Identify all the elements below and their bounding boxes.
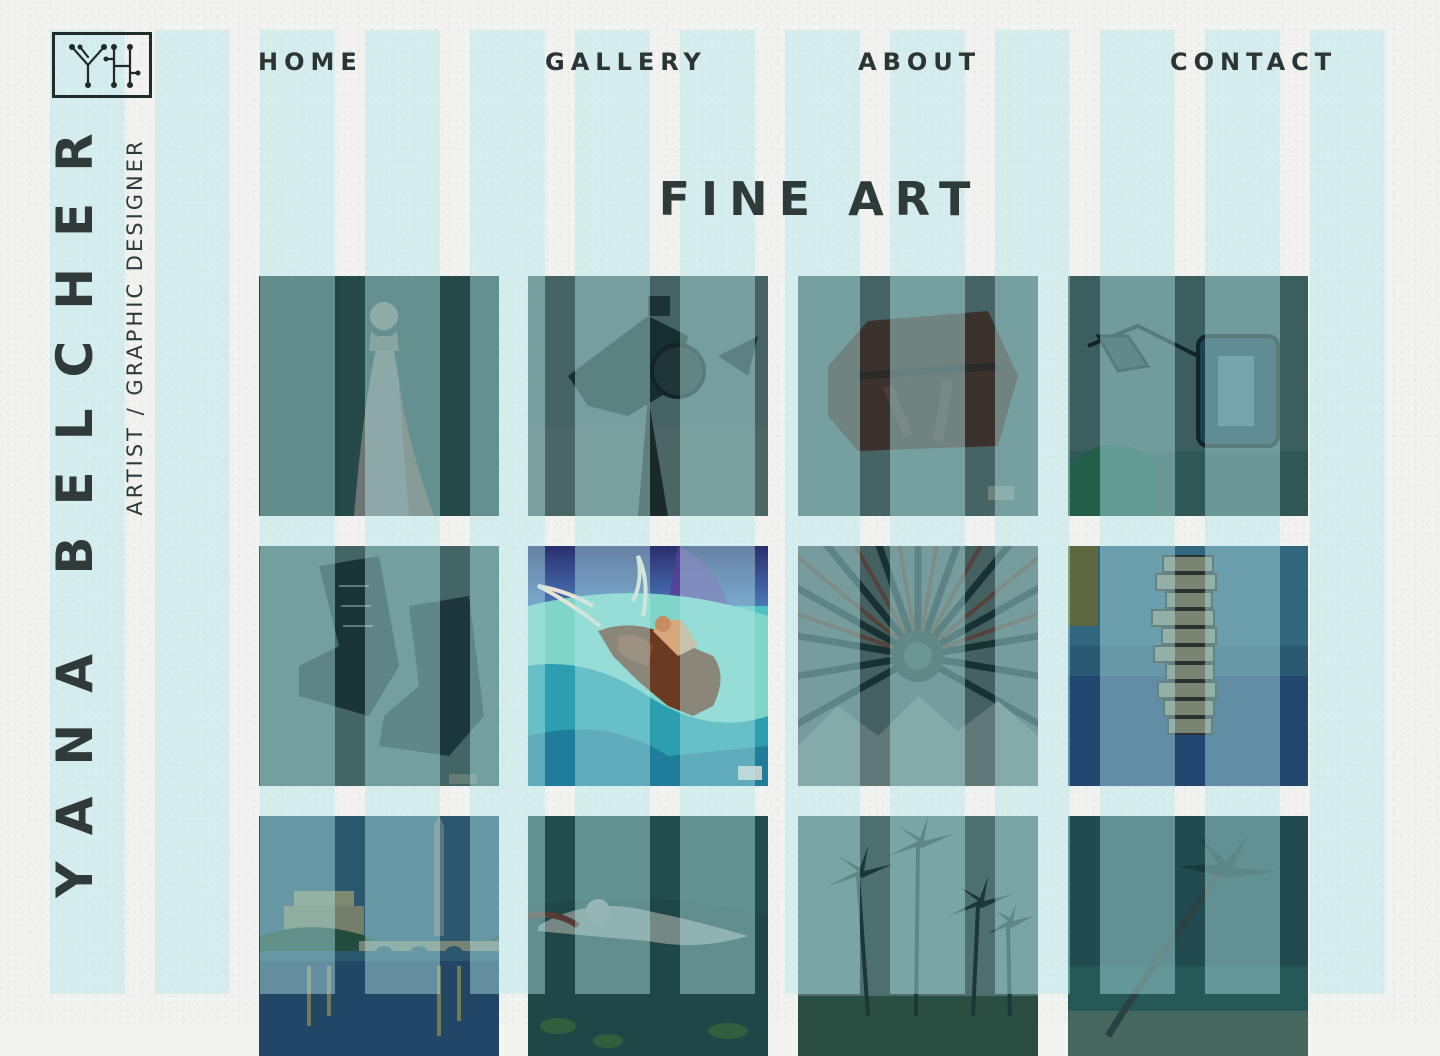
gallery-tile-featured[interactable] xyxy=(528,546,768,786)
gallery-tile[interactable] xyxy=(528,816,768,1056)
gallery-tile[interactable] xyxy=(1068,546,1308,786)
nav-contact-link[interactable]: CONTACT xyxy=(1170,48,1337,76)
nav-gallery-link[interactable]: GALLERY xyxy=(545,48,707,76)
gallery-tile[interactable] xyxy=(1068,276,1308,516)
nav-home-link[interactable]: HOME xyxy=(258,48,363,76)
gallery-tile[interactable] xyxy=(798,546,1038,786)
gallery-tile[interactable] xyxy=(798,816,1038,1056)
nav-about-link[interactable]: ABOUT xyxy=(858,48,981,76)
painting-bull-rider-image xyxy=(528,546,768,786)
gallery-tile[interactable] xyxy=(1068,816,1308,1056)
gallery-tile[interactable] xyxy=(259,276,499,516)
gallery-tile[interactable] xyxy=(528,276,768,516)
logo[interactable] xyxy=(52,32,152,98)
gallery-tile[interactable] xyxy=(798,276,1038,516)
gallery-tile[interactable] xyxy=(259,546,499,786)
gallery-tile[interactable] xyxy=(259,816,499,1056)
page-title: FINE ART xyxy=(658,172,982,226)
yh-monogram-icon xyxy=(69,44,141,88)
